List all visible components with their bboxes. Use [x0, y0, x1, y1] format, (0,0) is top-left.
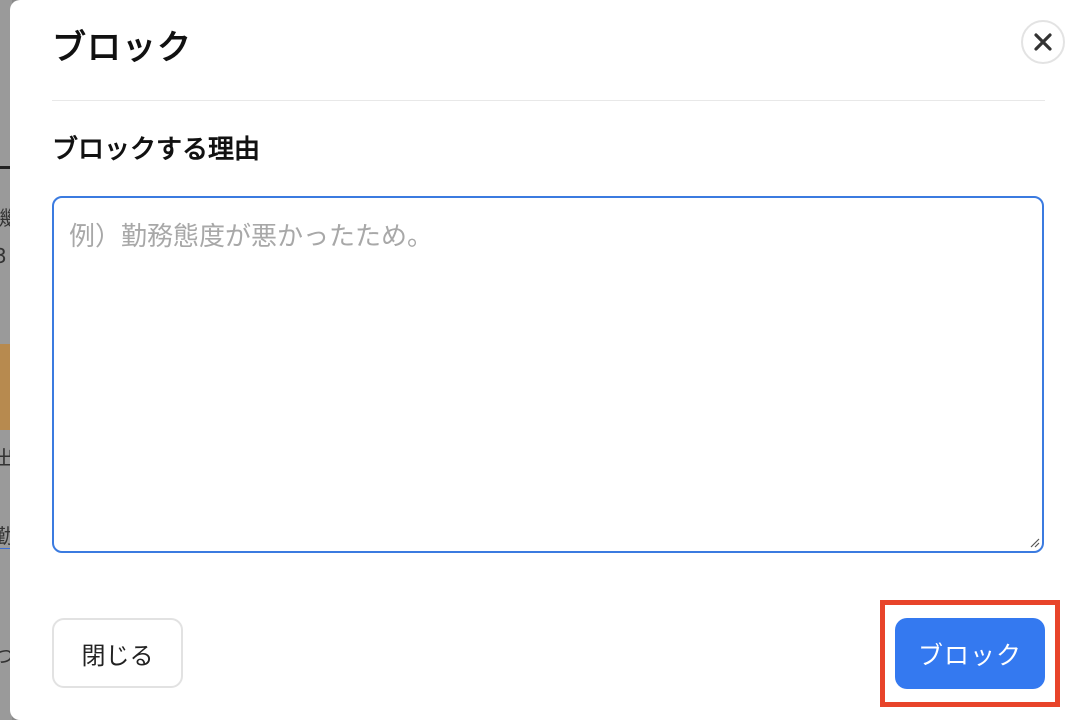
resize-handle-icon[interactable]: [1028, 536, 1040, 548]
close-icon: [1034, 33, 1052, 51]
header-divider: [52, 100, 1045, 101]
reason-textarea[interactable]: [52, 196, 1044, 553]
close-button[interactable]: [1021, 20, 1065, 64]
modal-title: ブロック: [52, 28, 192, 68]
background-thumbnail: [0, 344, 10, 430]
modal-header: ブロック: [10, 0, 1092, 100]
close-dialog-button[interactable]: 閉じる: [52, 618, 183, 688]
block-modal: ブロック ブロックする理由 閉じる ブロック: [10, 0, 1092, 720]
background-link: 勤: [0, 518, 12, 549]
block-submit-button[interactable]: ブロック: [895, 618, 1045, 689]
background-text: 3: [0, 244, 7, 268]
reason-label: ブロックする理由: [52, 135, 261, 165]
